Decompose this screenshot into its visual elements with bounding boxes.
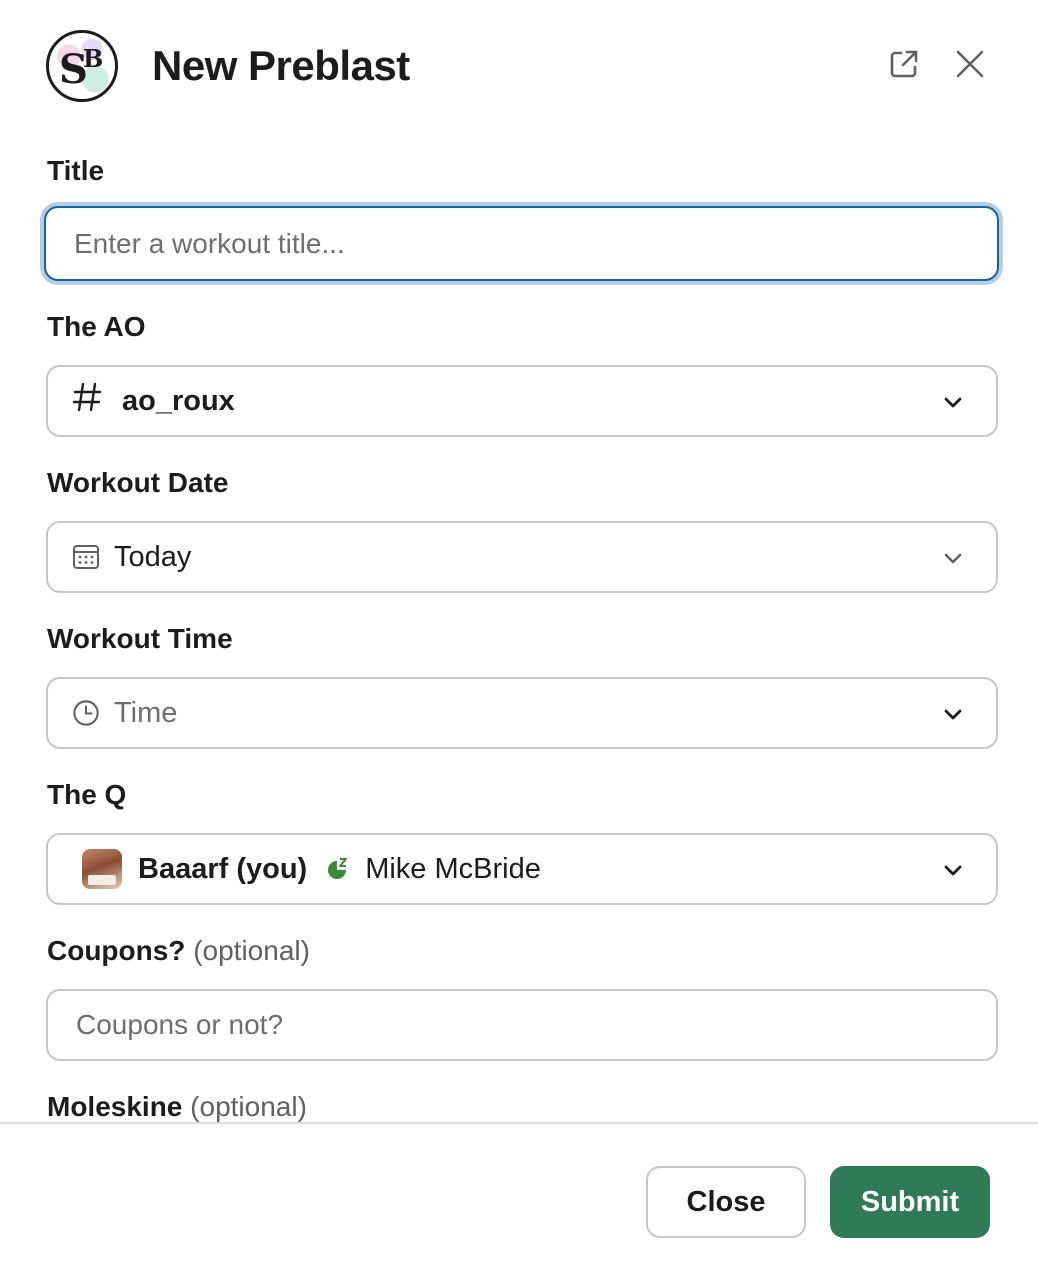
date-label: Workout Date xyxy=(47,467,229,498)
time-placeholder: Time xyxy=(114,697,178,729)
optional-hint: (optional) xyxy=(190,1091,307,1122)
coupons-label-text: Coupons? xyxy=(47,935,186,966)
submit-button[interactable]: Submit xyxy=(830,1166,990,1238)
chevron-down-icon xyxy=(944,397,962,408)
coupons-input[interactable] xyxy=(74,1008,996,1042)
optional-hint: (optional) xyxy=(193,935,310,966)
chevron-down-icon xyxy=(944,865,962,876)
time-label: Workout Time xyxy=(47,623,233,654)
date-value: Today xyxy=(114,541,192,573)
q-full-name: Mike McBride xyxy=(365,853,541,885)
coupons-field[interactable] xyxy=(46,989,998,1061)
close-icon[interactable] xyxy=(950,44,990,84)
chevron-down-icon xyxy=(944,709,962,720)
q-user-name: Baaarf (you) xyxy=(138,853,308,885)
modal-footer: Close Submit xyxy=(0,1122,1038,1276)
title-label: Title xyxy=(47,155,105,186)
workspace-logo: S B xyxy=(46,30,118,102)
title-field[interactable] xyxy=(44,206,999,281)
q-user-select[interactable]: Baaarf (you) Mike McBride xyxy=(46,833,998,905)
clock-icon xyxy=(72,699,100,727)
title-input[interactable] xyxy=(72,226,997,261)
moleskine-label: Moleskine (optional) xyxy=(47,1090,307,1122)
svg-text:B: B xyxy=(83,44,103,73)
status-emoji-icon xyxy=(328,858,348,879)
close-button[interactable]: Close xyxy=(646,1166,806,1238)
modal-body: Title The AO ao_roux Workout Date xyxy=(0,132,1038,1122)
avatar xyxy=(82,849,122,889)
modal-header: S B New Preblast xyxy=(0,0,1038,132)
date-picker[interactable]: Today xyxy=(46,521,998,593)
q-label: The Q xyxy=(47,779,127,810)
external-link-icon[interactable] xyxy=(884,44,924,84)
chevron-down-icon xyxy=(944,553,962,564)
ao-label: The AO xyxy=(47,311,146,342)
ao-value: ao_roux xyxy=(122,385,235,417)
coupons-label: Coupons? (optional) xyxy=(47,934,310,968)
calendar-icon xyxy=(72,543,100,571)
modal-title: New Preblast xyxy=(152,42,410,89)
time-picker[interactable]: Time xyxy=(46,677,998,749)
hash-icon xyxy=(72,381,106,422)
ao-select[interactable]: ao_roux xyxy=(46,365,998,437)
moleskine-label-text: Moleskine xyxy=(47,1091,183,1122)
